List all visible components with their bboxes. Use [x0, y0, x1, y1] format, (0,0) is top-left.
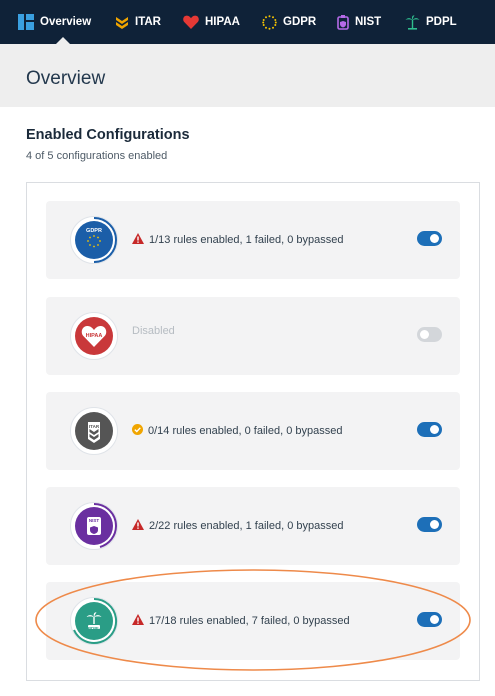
itar-toggle[interactable] [417, 422, 442, 437]
config-status: 2/22 rules enabled, 1 failed, 0 bypassed [132, 519, 343, 533]
pdpl-badge-icon: PDPL [70, 597, 118, 645]
config-card-itar: ITAR 0/14 rules enabled, 0 failed, 0 byp… [46, 392, 460, 470]
badge-label: HIPAA [85, 333, 103, 339]
config-card-nist: NIST 2/22 rules enabled, 1 failed, 0 byp… [46, 487, 460, 565]
top-nav: Overview ITAR HIPAA GDPR NIST PDPL [0, 0, 495, 44]
section-subtitle: 4 of 5 configurations enabled [26, 150, 168, 162]
config-status: Disabled [132, 325, 175, 337]
check-circle-icon [132, 424, 143, 438]
itar-badge-icon: ITAR [70, 407, 118, 455]
config-status-text: 0/14 rules enabled, 0 failed, 0 bypassed [148, 425, 343, 437]
config-status: 1/13 rules enabled, 1 failed, 0 bypassed [132, 233, 343, 247]
tab-itar[interactable]: ITAR [115, 0, 161, 44]
badge-label: NIST [88, 518, 100, 523]
config-status-text: 1/13 rules enabled, 1 failed, 0 bypassed [149, 234, 344, 246]
badge-label: ITAR [88, 424, 100, 429]
config-card-pdpl: PDPL 17/18 rules enabled, 7 failed, 0 by… [46, 582, 460, 660]
tab-label: PDPL [426, 16, 457, 28]
config-card-gdpr: GDPR 1/13 rules enabled, 1 failed, 0 byp… [46, 201, 460, 279]
tab-label: GDPR [283, 16, 317, 28]
pdpl-toggle[interactable] [417, 612, 442, 627]
heart-icon [183, 15, 199, 29]
nist-icon [337, 14, 349, 30]
gdpr-toggle[interactable] [417, 231, 442, 246]
warning-icon [132, 233, 144, 247]
itar-icon [115, 15, 129, 29]
tab-hipaa[interactable]: HIPAA [183, 0, 240, 44]
tab-label: Overview [40, 16, 92, 28]
tab-overview[interactable]: Overview [18, 0, 91, 44]
gdpr-stars-icon [262, 14, 277, 30]
tab-gdpr[interactable]: GDPR [262, 0, 316, 44]
tab-nist[interactable]: NIST [337, 0, 381, 44]
gdpr-badge-icon: GDPR [70, 216, 118, 264]
hipaa-badge-icon: HIPAA [70, 312, 118, 360]
warning-icon [132, 614, 144, 628]
section-title: Enabled Configurations [26, 127, 190, 143]
config-card-hipaa: HIPAA Disabled [46, 297, 460, 375]
tab-label: ITAR [135, 16, 161, 28]
config-status-text: Disabled [132, 325, 175, 337]
active-tab-caret [56, 37, 70, 44]
badge-label: GDPR [86, 228, 102, 234]
page-title: Overview [26, 68, 106, 89]
warning-icon [132, 519, 144, 533]
hipaa-toggle[interactable] [417, 327, 442, 342]
overview-icon [18, 14, 34, 30]
config-status-text: 2/22 rules enabled, 1 failed, 0 bypassed [149, 520, 344, 532]
nist-badge-icon: NIST [70, 502, 118, 550]
tab-label: HIPAA [205, 16, 240, 28]
config-status-text: 17/18 rules enabled, 7 failed, 0 bypasse… [149, 615, 350, 627]
tab-label: NIST [355, 16, 382, 28]
badge-label: PDPL [87, 625, 100, 631]
page-header: Overview [0, 44, 495, 107]
palm-icon [405, 14, 420, 30]
config-status: 0/14 rules enabled, 0 failed, 0 bypassed [132, 424, 342, 438]
config-status: 17/18 rules enabled, 7 failed, 0 bypasse… [132, 614, 350, 628]
nist-toggle[interactable] [417, 517, 442, 532]
tab-pdpl[interactable]: PDPL [405, 0, 457, 44]
